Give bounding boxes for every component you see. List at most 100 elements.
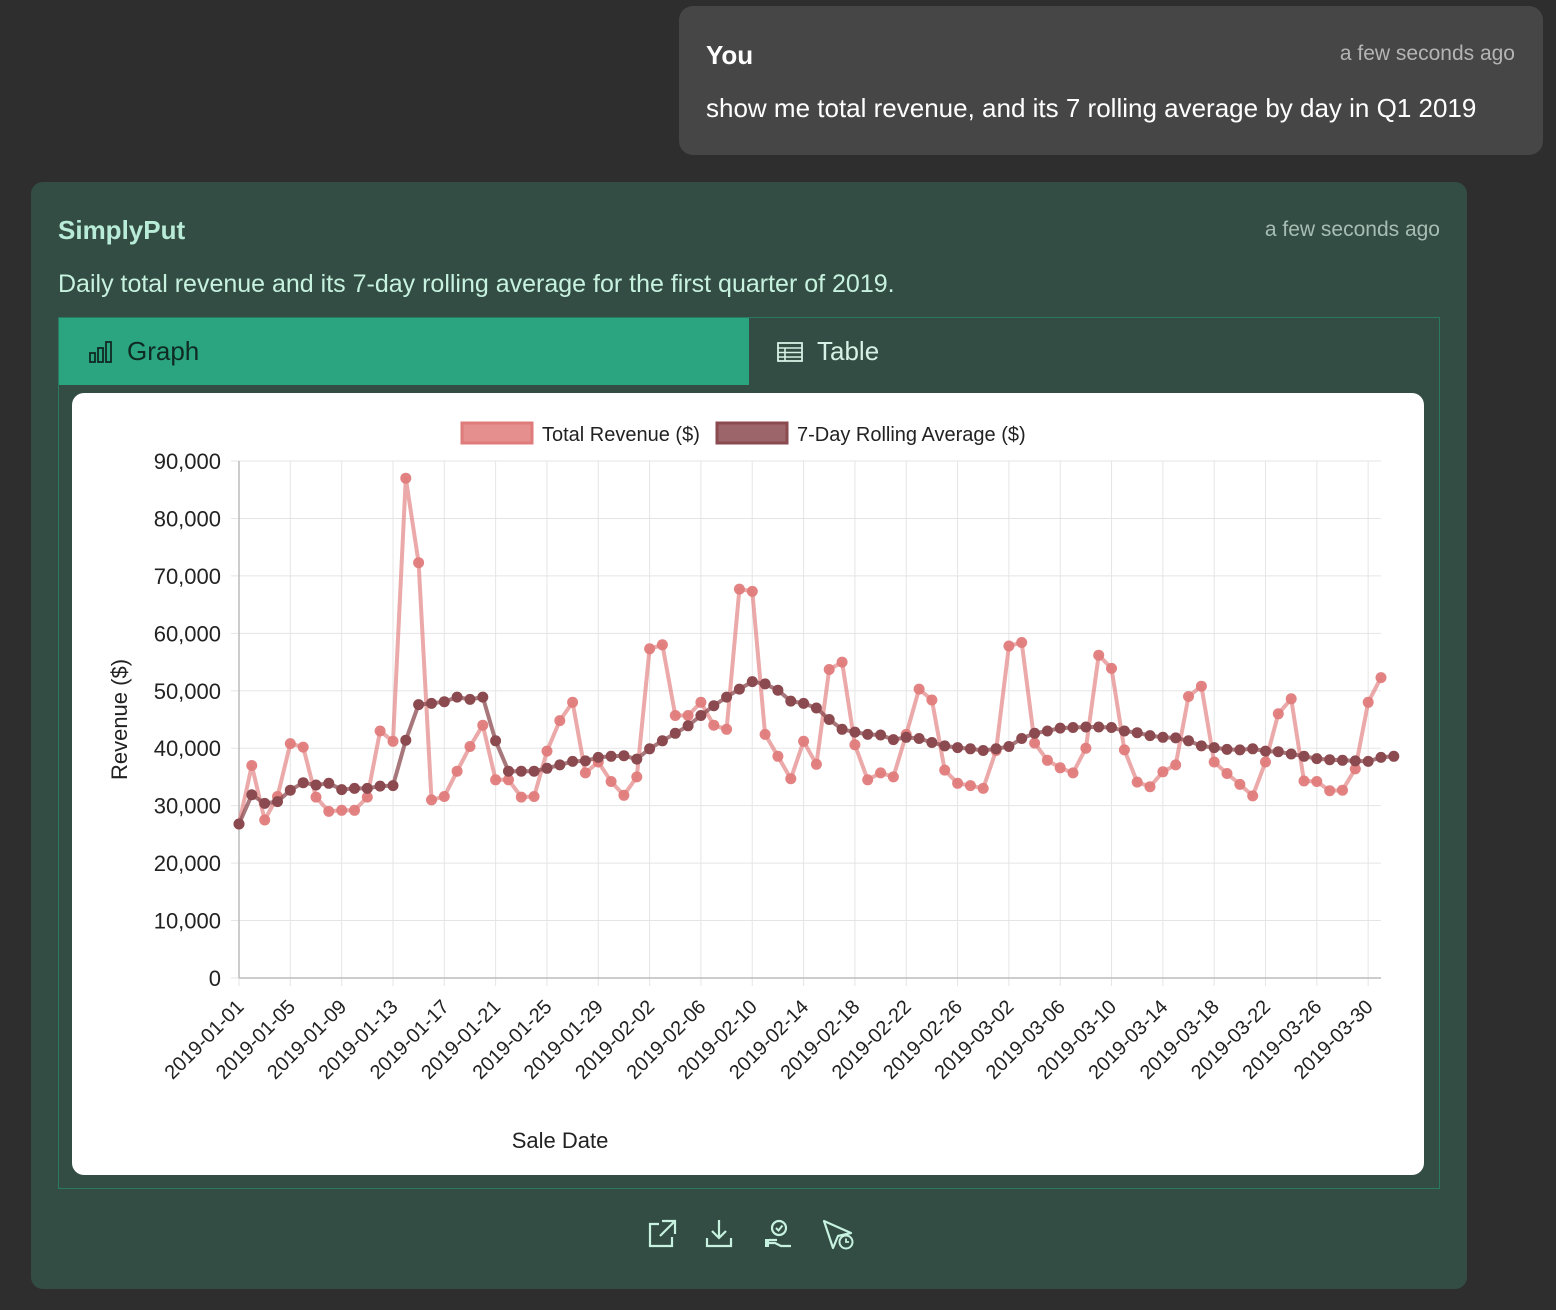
rolling-average-point: [1337, 754, 1348, 766]
rolling-average-point: [836, 723, 848, 735]
rolling-average-point: [887, 734, 899, 746]
revenue-point: [387, 735, 399, 747]
rolling-average-point: [284, 784, 296, 796]
revenue-point: [1093, 649, 1105, 661]
rolling-average-point: [1285, 748, 1297, 760]
download-icon: [705, 1220, 733, 1248]
revenue-point: [477, 719, 489, 731]
rolling-average-point: [900, 731, 912, 743]
rolling-average-point: [1195, 740, 1207, 752]
y-axis-title: Revenue ($): [107, 659, 132, 780]
y-tick-label: 0: [209, 966, 221, 991]
rolling-average-point: [810, 702, 822, 714]
revenue-point: [1272, 708, 1284, 720]
revenue-point: [836, 656, 848, 668]
revenue-point: [1195, 680, 1207, 692]
revenue-point: [567, 696, 579, 708]
revenue-point: [810, 758, 822, 770]
revenue-point: [733, 583, 745, 595]
revenue-point: [541, 745, 553, 757]
revenue-point: [1029, 737, 1041, 749]
rolling-average-point: [413, 699, 425, 711]
rolling-average-point: [952, 742, 964, 754]
rolling-average-point: [682, 720, 694, 732]
rolling-average-point: [323, 777, 335, 789]
legend-label-rolling: 7-Day Rolling Average ($): [797, 424, 1026, 446]
rolling-average-point: [1016, 733, 1028, 744]
revenue-point: [964, 780, 976, 792]
legend-label-revenue: Total Revenue ($): [542, 424, 700, 446]
revenue-point: [1041, 754, 1053, 766]
rolling-average-point: [464, 693, 476, 705]
rolling-average-point: [1311, 753, 1323, 765]
revenue-point: [579, 767, 591, 779]
open-external-button[interactable]: [643, 1214, 679, 1254]
rolling-average-point: [785, 695, 797, 707]
rolling-average-point: [1093, 721, 1105, 733]
rolling-average-point: [644, 743, 656, 755]
revenue-point: [259, 814, 271, 826]
revenue-line-chart: 90,000 80,000 70,000 60,000 50,000 40,000 30,0…: [107, 421, 1400, 1153]
rolling-average-point: [656, 735, 668, 747]
rolling-average-point: [913, 733, 925, 744]
tab-table[interactable]: Table: [749, 318, 1439, 385]
revenue-point: [515, 791, 527, 803]
rolling-average-point: [1131, 727, 1143, 739]
rolling-average-point: [477, 691, 489, 703]
assistant-author: SimplyPut: [58, 215, 186, 245]
revenue-point: [1234, 778, 1246, 790]
revenue-point: [669, 710, 681, 721]
open-external-icon: [648, 1219, 677, 1248]
verify-button[interactable]: [761, 1214, 797, 1254]
revenue-point: [374, 725, 386, 737]
revenue-point: [656, 639, 668, 651]
rolling-average-point: [503, 765, 514, 777]
rolling-average-point: [875, 729, 887, 741]
revenue-point: [759, 728, 771, 740]
revenue-point: [554, 715, 566, 727]
tab-graph[interactable]: Graph: [59, 318, 749, 385]
bar-chart-icon: [89, 340, 112, 363]
revenue-point: [310, 791, 322, 803]
rolling-average-point: [387, 780, 399, 792]
rolling-average-point: [823, 714, 835, 725]
revenue-point: [785, 773, 797, 785]
revenue-point: [1285, 693, 1297, 705]
revenue-point: [875, 767, 887, 779]
assistant-timestamp: a few seconds ago: [1264, 218, 1440, 241]
rolling-average-point: [515, 765, 527, 777]
revenue-point: [1157, 766, 1169, 778]
rolling-average-point: [1298, 750, 1310, 762]
tab-table-label: Table: [817, 336, 880, 366]
rolling-average-point: [862, 728, 874, 740]
rolling-average-point: [1029, 727, 1041, 739]
y-tick-label: 80,000: [154, 506, 221, 531]
rolling-average-point: [1106, 722, 1117, 733]
y-tick-label: 40,000: [154, 736, 221, 761]
revenue-point: [1131, 776, 1143, 788]
rolling-average-point: [554, 759, 566, 771]
rolling-average-point: [272, 796, 283, 808]
y-tick-label: 50,000: [154, 679, 221, 704]
rolling-average-point: [297, 777, 309, 789]
revenue-point: [1221, 768, 1233, 779]
rolling-average-point: [579, 755, 591, 767]
revenue-point: [400, 472, 412, 484]
revenue-point: [349, 804, 360, 816]
download-button[interactable]: [701, 1214, 737, 1254]
rolling-average-point: [605, 750, 617, 762]
rolling-average-point: [490, 735, 502, 747]
rolling-average-point: [631, 753, 643, 765]
schedule-send-icon: [822, 1219, 854, 1250]
revenue-point: [618, 789, 630, 801]
revenue-point: [1106, 662, 1117, 674]
revenue-point: [1311, 776, 1323, 787]
verify-icon: [765, 1219, 791, 1248]
rolling-average-point: [233, 818, 245, 830]
rolling-average-point: [1067, 722, 1079, 733]
schedule-send-button[interactable]: [821, 1214, 857, 1254]
revenue-point: [823, 664, 835, 675]
chart-card: 90,000 80,000 70,000 60,000 50,000 40,000 30,0…: [72, 393, 1424, 1175]
y-tick-label: 10,000: [154, 909, 221, 934]
y-tick-label: 90,000: [154, 449, 221, 474]
